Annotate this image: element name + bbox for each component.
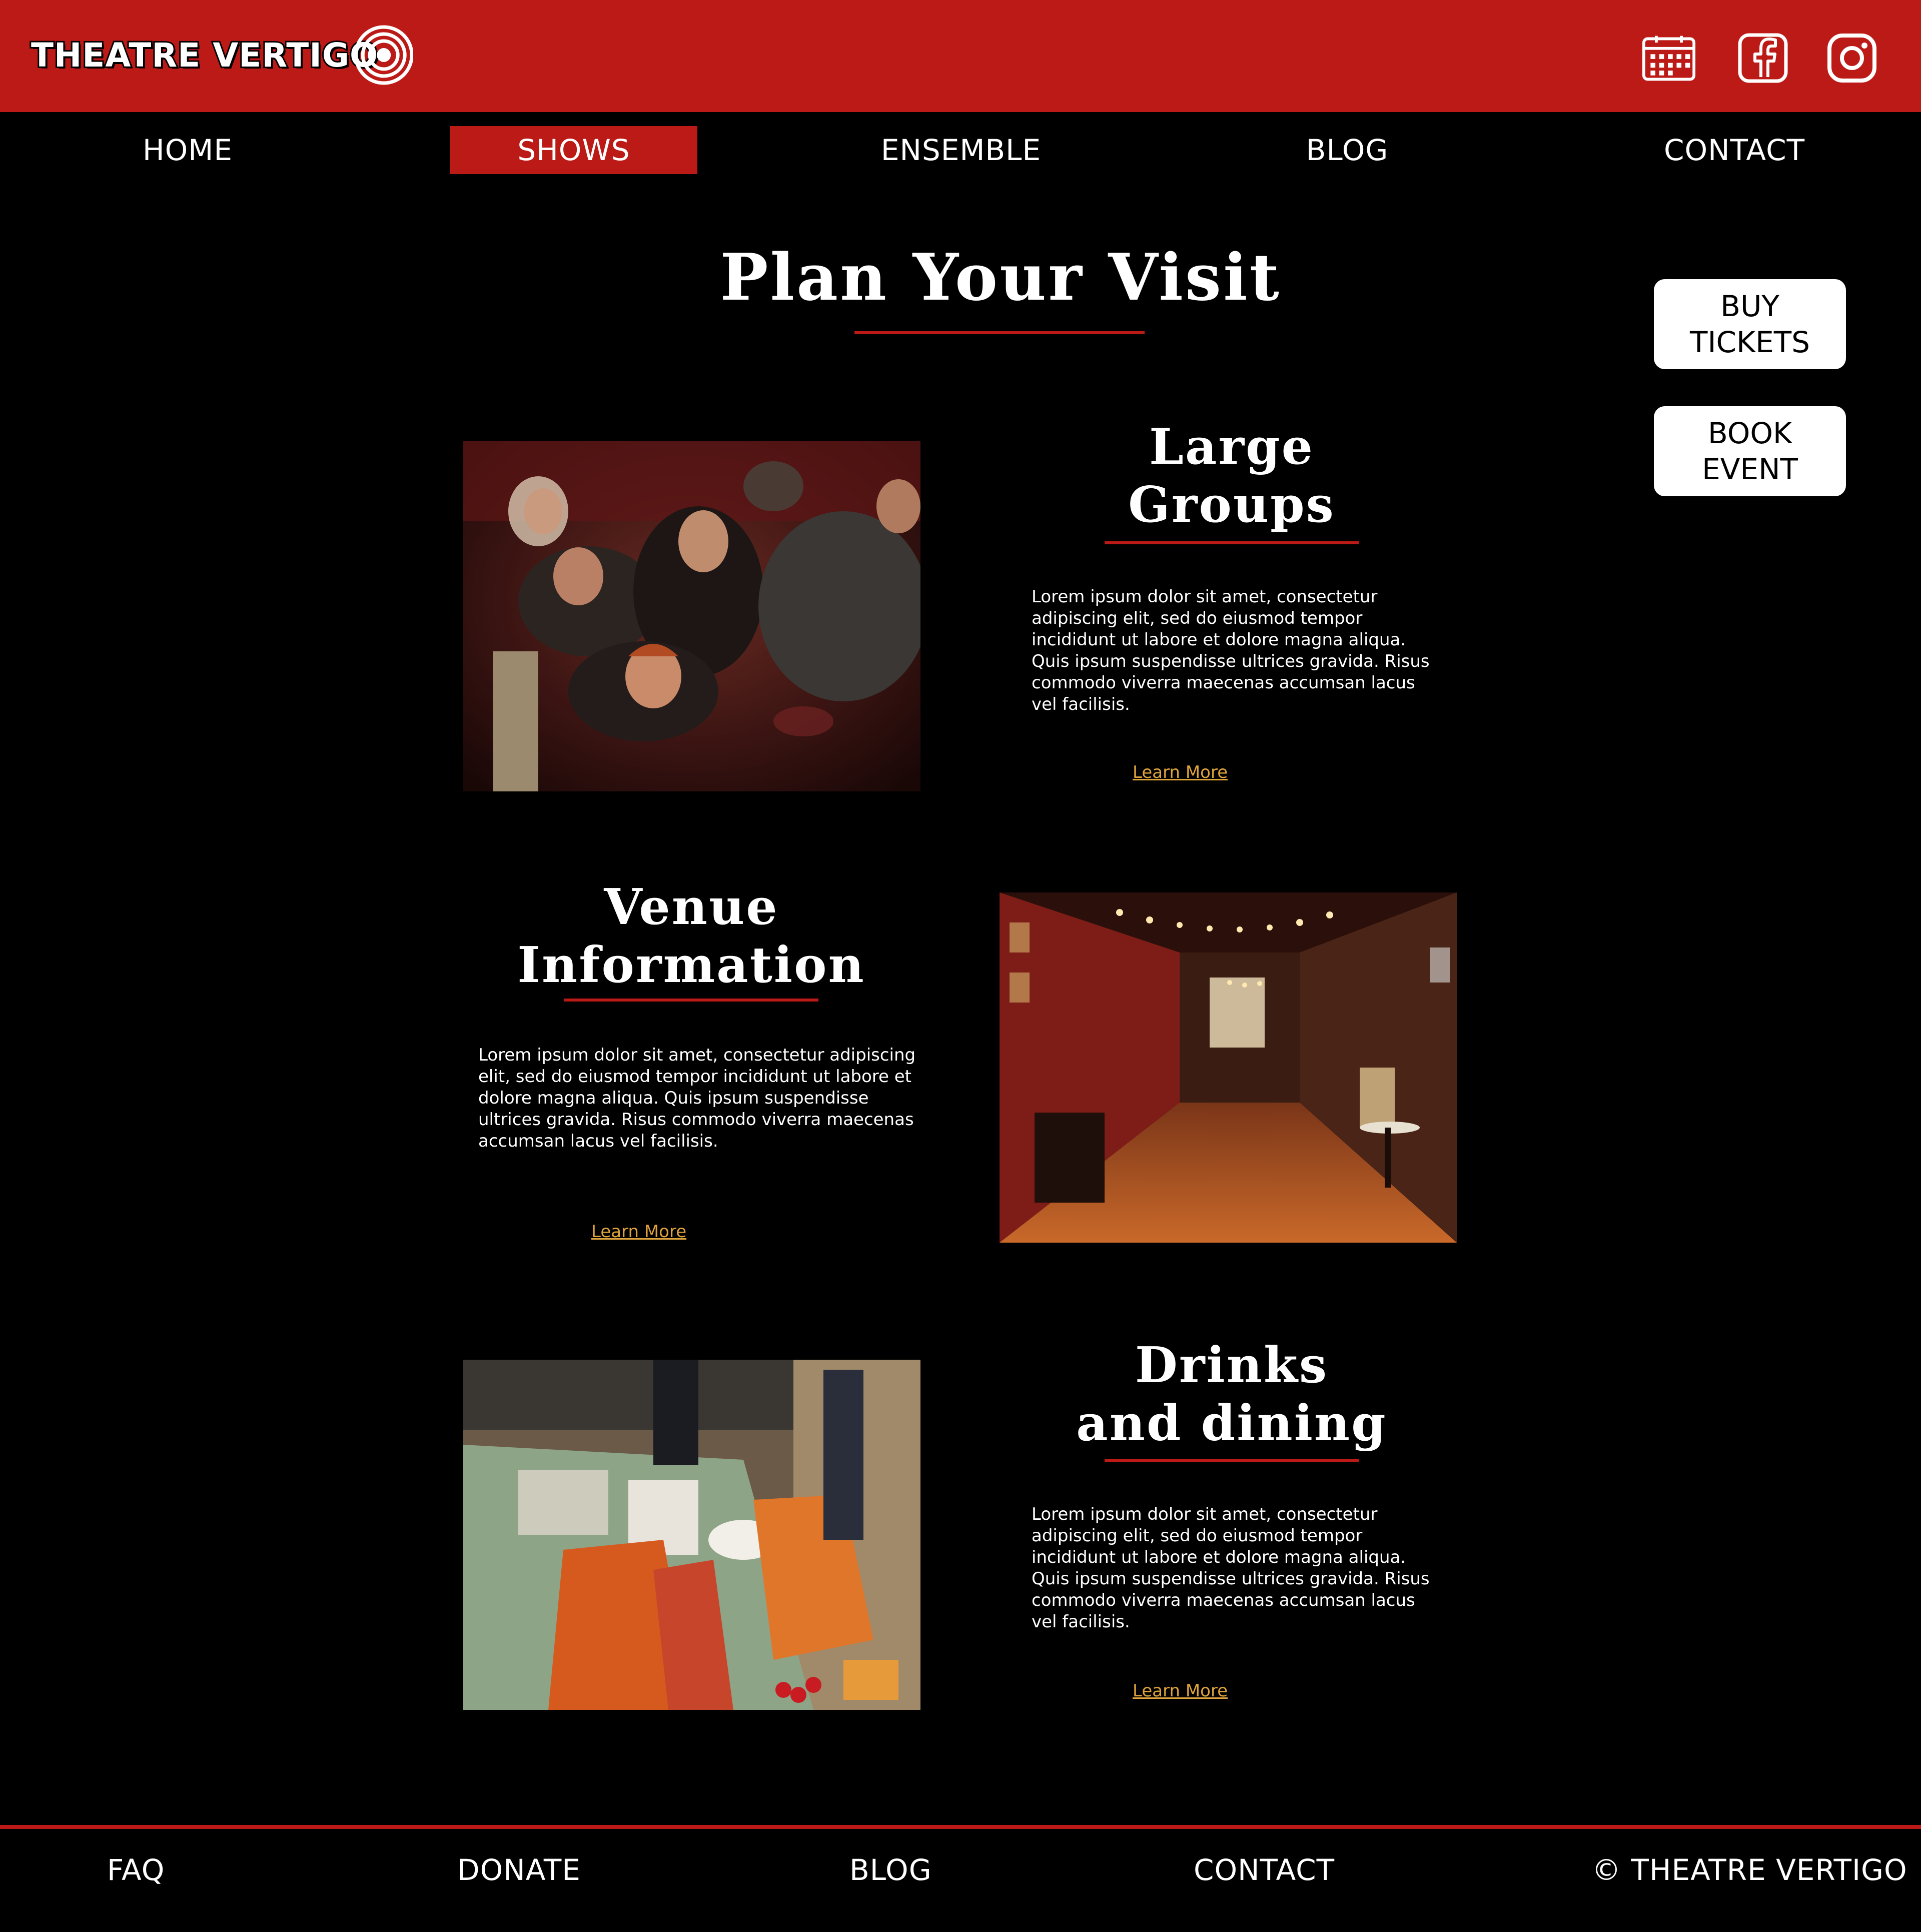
- site-logo[interactable]: THEATRE VERTIGO: [30, 20, 414, 90]
- drinks-dining-underline: [1105, 1459, 1359, 1462]
- nav-ensemble[interactable]: ENSEMBLE: [837, 126, 1085, 174]
- footer-faq-link[interactable]: FAQ: [107, 1850, 165, 1890]
- nav-home[interactable]: HOME: [64, 126, 311, 174]
- large-groups-learn-more-link[interactable]: Learn More: [1133, 762, 1228, 782]
- large-groups-photo: [463, 441, 920, 791]
- facebook-icon[interactable]: [1736, 31, 1790, 85]
- large-groups-underline: [1105, 541, 1359, 544]
- drinks-dining-photo: [463, 1360, 920, 1710]
- site-header: THEATRE VERTIGO: [0, 0, 1921, 112]
- logo-wordmark: THEATRE VERTIGO: [30, 35, 379, 76]
- venue-info-learn-more-link[interactable]: Learn More: [591, 1222, 686, 1242]
- large-groups-body: Lorem ipsum dolor sit amet, consectetur …: [1032, 587, 1430, 714]
- buy-tickets-button[interactable]: BUY TICKETS: [1654, 279, 1846, 369]
- venue-info-underline: [564, 999, 818, 1002]
- venue-photo: [1000, 892, 1457, 1243]
- nav-contact[interactable]: CONTACT: [1611, 126, 1858, 174]
- nav-blog[interactable]: BLOG: [1224, 126, 1471, 174]
- footer-contact-link[interactable]: CONTACT: [1194, 1850, 1335, 1890]
- drinks-dining-body: Lorem ipsum dolor sit amet, consectetur …: [1032, 1504, 1430, 1632]
- footer-divider: [0, 1825, 1921, 1829]
- footer-donate-link[interactable]: DONATE: [457, 1850, 581, 1890]
- calendar-icon[interactable]: [1642, 31, 1696, 85]
- venue-info-title: Venue Information: [517, 878, 865, 994]
- large-groups-title: Large Groups: [1128, 418, 1335, 534]
- main-nav: HOME SHOWS ENSEMBLE BLOG CONTACT: [0, 112, 1921, 177]
- footer-copyright: © THEATRE VERTIGO: [1592, 1853, 1907, 1887]
- nav-shows[interactable]: SHOWS: [450, 126, 697, 174]
- logo-swirl-icon: [354, 25, 414, 85]
- title-underline: [854, 331, 1145, 334]
- drinks-dining-learn-more-link[interactable]: Learn More: [1133, 1681, 1228, 1701]
- page-title: Plan Your Visit: [720, 240, 1281, 315]
- instagram-icon[interactable]: [1825, 31, 1879, 85]
- footer-blog-link[interactable]: BLOG: [849, 1850, 932, 1890]
- book-event-button[interactable]: BOOK EVENT: [1654, 406, 1846, 496]
- drinks-dining-title: Drinks and dining: [1076, 1337, 1387, 1452]
- venue-info-body: Lorem ipsum dolor sit amet, consectetur …: [478, 1045, 916, 1151]
